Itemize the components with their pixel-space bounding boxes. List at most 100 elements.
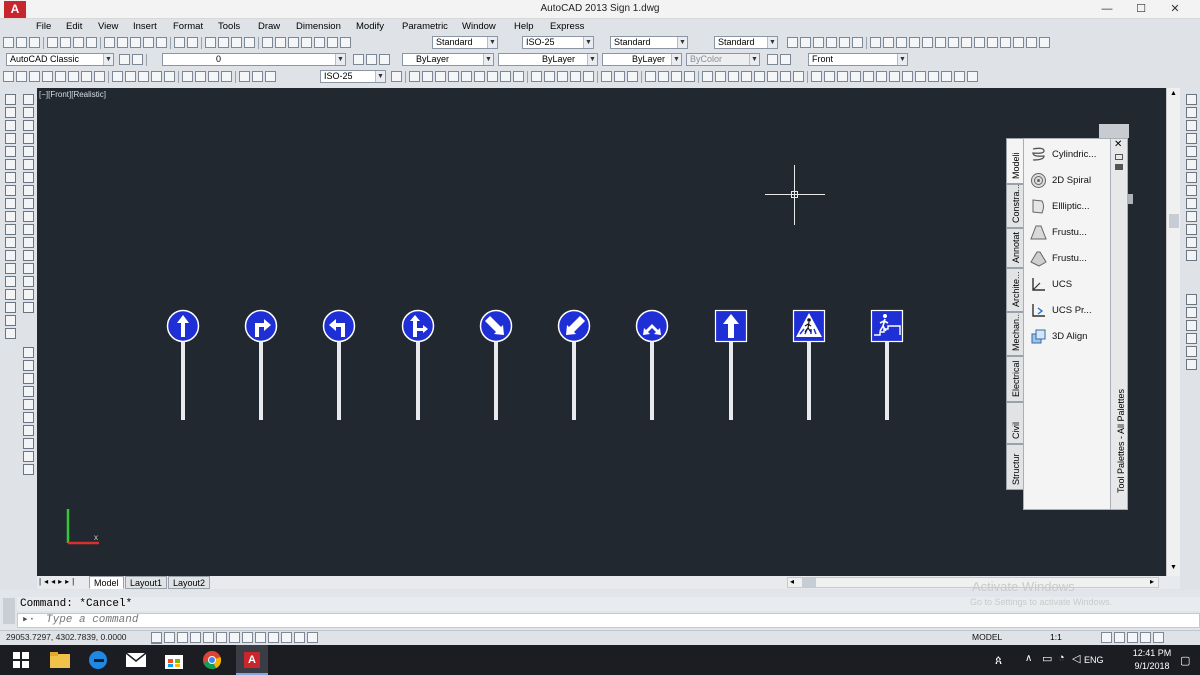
road-sign-turn-right[interactable] [244, 309, 278, 420]
text-style-select[interactable]: Standard ▼ [432, 36, 498, 49]
angular-icon[interactable] [94, 71, 105, 82]
palette-item-3d-align[interactable]: 3D Align [1030, 326, 1112, 348]
hatch-icon[interactable] [4, 276, 16, 287]
lineweight-select[interactable]: ByLayer ▼ [602, 53, 682, 66]
tab-navigation-arrows[interactable]: |◂◂▸▸| [39, 577, 85, 586]
zoom-icon[interactable] [22, 373, 34, 384]
loft-icon[interactable] [583, 71, 594, 82]
polygon-icon[interactable] [4, 133, 16, 144]
view-bottom-icon[interactable] [1185, 107, 1197, 118]
edge-browser-icon[interactable] [86, 649, 110, 671]
3d-move-icon[interactable] [645, 71, 656, 82]
palette-title-bar[interactable]: ✕ Tool Palettes - All Palettes [1111, 138, 1128, 510]
camera-icon[interactable] [1185, 224, 1197, 235]
torus-icon[interactable] [474, 71, 485, 82]
volume-icon[interactable]: ◁ [1072, 652, 1080, 665]
ucs-icon[interactable] [941, 71, 952, 82]
table-style-select[interactable]: Standard ▼ [610, 36, 688, 49]
mirror-icon[interactable] [22, 120, 34, 131]
dyn-icon[interactable] [268, 632, 279, 643]
layer-state-icon[interactable] [379, 54, 390, 65]
3d-align-icon[interactable] [671, 71, 682, 82]
rotate-faces-icon[interactable] [863, 71, 874, 82]
palette-tab-mechanical[interactable]: Mechan... [1006, 312, 1024, 356]
continue-icon[interactable] [138, 71, 149, 82]
make-current-icon[interactable] [353, 54, 364, 65]
dim-style-select[interactable]: ISO-25 ▼ [522, 36, 594, 49]
view-icon[interactable] [961, 37, 972, 48]
properties-icon[interactable] [262, 37, 273, 48]
visual-style-icon[interactable] [787, 37, 798, 48]
section-icon[interactable] [715, 71, 726, 82]
adjust-distance-icon[interactable] [1185, 333, 1197, 344]
shell-icon[interactable] [780, 71, 791, 82]
subtract-icon[interactable] [614, 71, 625, 82]
construction-line-icon[interactable] [4, 107, 16, 118]
network-icon[interactable]: ◔ [1058, 652, 1065, 664]
road-sign-keep-right[interactable] [479, 309, 513, 420]
palette-item-frustum-cone[interactable]: Frustu... [1030, 222, 1112, 244]
trim-icon[interactable] [22, 211, 34, 222]
menu-help[interactable]: Help [514, 21, 534, 32]
palette-item-elliptic-cylinder[interactable]: Ellliptic... [1030, 196, 1112, 218]
tray-overflow-icon[interactable]: ∧ [1025, 653, 1032, 664]
free-orbit-icon[interactable] [1185, 250, 1197, 261]
menu-tools[interactable]: Tools [218, 21, 240, 32]
palette-tab-constraints[interactable]: Constra... [1006, 184, 1024, 228]
palette-close-button[interactable]: ✕ [1114, 139, 1122, 150]
view-icon[interactable] [987, 37, 998, 48]
tolerance-icon[interactable] [182, 71, 193, 82]
visual-style-icon[interactable] [839, 37, 850, 48]
close-button[interactable]: ✕ [1160, 0, 1190, 19]
preview-icon[interactable] [60, 37, 71, 48]
view-manager-icon[interactable] [780, 54, 791, 65]
chamfer-icon[interactable] [22, 276, 34, 287]
scroll-right-icon[interactable]: ▸ [1150, 577, 1154, 586]
zoom-previous-icon[interactable] [244, 37, 255, 48]
palette-tab-architectural[interactable]: Archite... [1006, 268, 1024, 312]
view-icon[interactable] [974, 37, 985, 48]
jogged-icon[interactable] [68, 71, 79, 82]
selection-cycling-icon[interactable] [151, 643, 162, 644]
grid-icon[interactable] [177, 632, 188, 643]
zoom-icon[interactable] [22, 425, 34, 436]
jogged-linear-icon[interactable] [221, 71, 232, 82]
paste-icon[interactable] [130, 37, 141, 48]
ellipse-icon[interactable] [4, 211, 16, 222]
aligned-dim-icon[interactable] [16, 71, 27, 82]
stretch-icon[interactable] [22, 198, 34, 209]
osnap-icon[interactable] [216, 632, 227, 643]
color-select[interactable]: ByLayer ▼ [402, 53, 494, 66]
road-sign-pass-either-side[interactable] [635, 309, 669, 420]
workspace-switch-icon[interactable] [1101, 632, 1112, 643]
wedge-icon[interactable] [422, 71, 433, 82]
linear-dim-icon[interactable] [3, 71, 14, 82]
tool-palette[interactable]: Modeli Constra... Annotat Archite... Mec… [1006, 138, 1128, 510]
erase-icon[interactable] [22, 94, 34, 105]
zoom-icon[interactable] [22, 438, 34, 449]
swivel-icon[interactable] [1185, 320, 1197, 331]
match-properties-icon[interactable] [143, 37, 154, 48]
make-block-icon[interactable] [4, 250, 16, 261]
otrack-icon[interactable] [242, 632, 253, 643]
plot-icon[interactable] [47, 37, 58, 48]
view-icon[interactable] [909, 37, 920, 48]
planar-surface-icon[interactable] [513, 71, 524, 82]
view-icon[interactable] [935, 37, 946, 48]
redo-icon[interactable] [187, 37, 198, 48]
ducs-icon[interactable] [255, 632, 266, 643]
delete-faces-icon[interactable] [850, 71, 861, 82]
named-views-icon[interactable] [767, 54, 778, 65]
pan-3d-icon[interactable] [1185, 346, 1197, 357]
box-icon[interactable] [409, 71, 420, 82]
command-prompt-icon[interactable]: ▸· [22, 614, 35, 627]
extend-icon[interactable] [22, 224, 34, 235]
design-center-icon[interactable] [275, 37, 286, 48]
menu-modify[interactable]: Modify [356, 21, 384, 32]
maximize-button[interactable]: ☐ [1126, 0, 1156, 19]
scroll-up-icon[interactable]: ▲ [1170, 90, 1177, 97]
palette-item-ucs[interactable]: UCS [1030, 274, 1112, 296]
view-nw-icon[interactable] [1185, 211, 1197, 222]
color-edges-icon[interactable] [928, 71, 939, 82]
view-se-icon[interactable] [1185, 185, 1197, 196]
